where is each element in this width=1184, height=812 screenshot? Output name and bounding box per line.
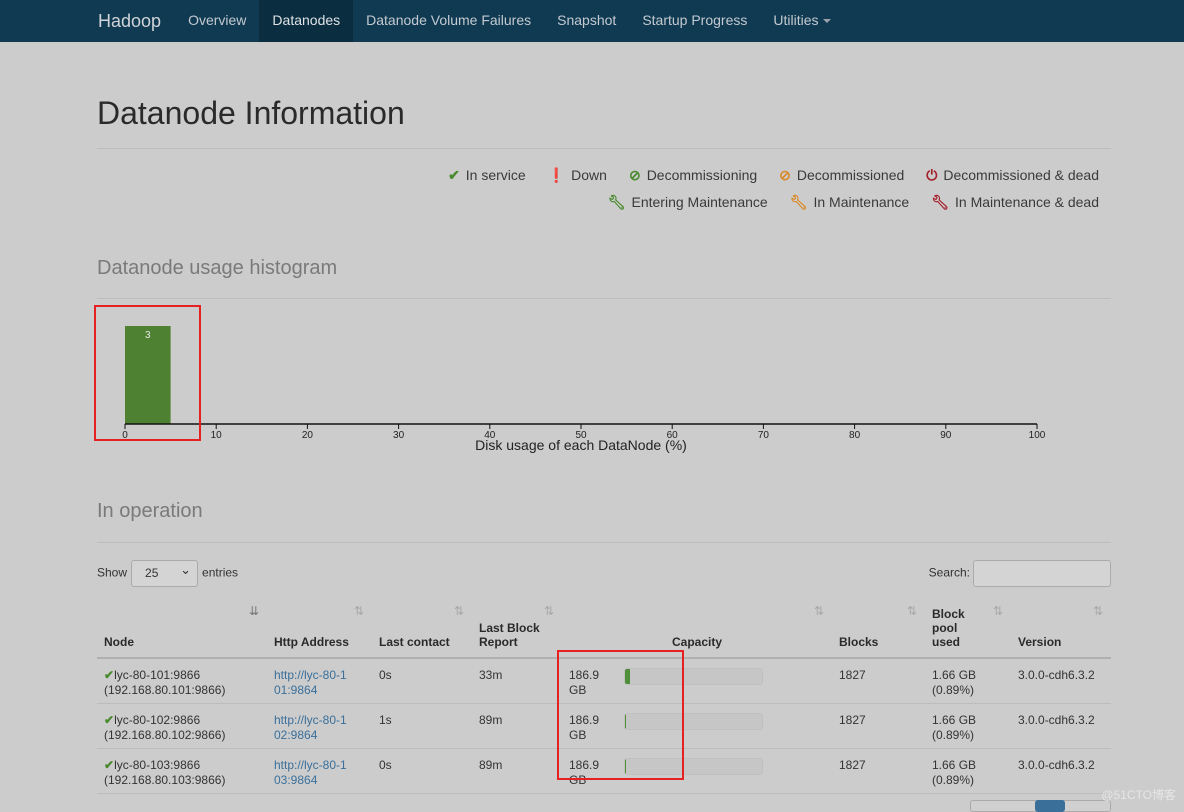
search-label: Search: (928, 565, 970, 580)
sort-icon[interactable]: ⇅ (907, 604, 917, 618)
node-name: lyc-80-101:9866 (114, 668, 201, 682)
last-contact: 0s (372, 748, 472, 794)
check-icon: ✔ (104, 668, 115, 682)
entries-control: Show25entries (97, 560, 238, 587)
node-cell: ✔lyc-80-103:9866 (192.168.80.103:9866) (97, 748, 267, 794)
node-ip: (192.168.80.101:9866) (104, 683, 226, 697)
node-name: lyc-80-102:9866 (114, 712, 201, 727)
watermark: @51CTO博客 (1101, 788, 1176, 802)
last-block-report: 89m (472, 703, 562, 749)
search-control: Search: (929, 560, 1111, 587)
col-label: Last contact (379, 635, 450, 649)
entries-select[interactable]: 25 (131, 560, 199, 587)
blocks: 1827 (832, 748, 925, 794)
http-cell: http://lyc-80-102:9864 (267, 703, 372, 749)
x-axis-label: Disk usage of each DataNode (%) (475, 437, 687, 453)
pool-percent: (0.89%) (932, 727, 975, 742)
divider (97, 542, 1111, 543)
sort-icon[interactable]: ⇅ (993, 604, 1003, 618)
operation-heading: In operation (97, 500, 203, 522)
x-tick-label: 90 (940, 430, 952, 441)
sort-icon[interactable]: ⇅ (814, 604, 824, 618)
pagination-current-page[interactable] (1035, 800, 1065, 812)
sort-icon[interactable]: ⇅ (354, 604, 364, 618)
col-label: Capacity (671, 635, 723, 649)
block-pool-used: 1.66 GB (0.89%) (925, 703, 1011, 749)
check-icon: ✔ (104, 757, 115, 772)
node-ip: (192.168.80.102:9866) (104, 727, 226, 742)
http-link[interactable]: http://lyc-80-101:9864 (274, 668, 349, 698)
pool-value: 1.66 GB (932, 668, 977, 682)
col-version[interactable]: Version ⇅ (1011, 600, 1111, 659)
col-last-contact[interactable]: Last contact ⇅ (372, 600, 472, 659)
node-name: lyc-80-103:9866 (114, 757, 201, 772)
col-last-block-report[interactable]: Last Block Report ⇅ (472, 600, 562, 659)
pool-percent: (0.89%) (932, 683, 975, 697)
highlight-box (94, 305, 201, 441)
node-cell: ✔lyc-80-101:9866 (192.168.80.101:9866) (97, 658, 267, 704)
sort-icon[interactable]: ⇅ (1093, 604, 1103, 618)
col-http[interactable]: Http Address ⇅ (267, 600, 372, 659)
x-tick-label: 100 (1029, 430, 1046, 441)
version: 3.0.0-cdh6.3.2 (1011, 658, 1111, 704)
show-label: Show (97, 565, 128, 580)
x-tick-label: 20 (302, 430, 314, 441)
sort-icon[interactable]: ⇅ (544, 604, 554, 618)
http-cell: http://lyc-80-101:9864 (267, 658, 372, 704)
blocks: 1827 (832, 658, 925, 704)
blocks: 1827 (832, 703, 925, 749)
sort-asc-icon[interactable]: ⇊ (249, 604, 259, 618)
last-block-report: 33m (472, 658, 562, 704)
col-label: Blocks (839, 635, 879, 649)
check-icon: ✔ (104, 712, 115, 727)
col-label: Block pool used (932, 607, 965, 649)
block-pool-used: 1.66 GB (0.89%) (925, 748, 1011, 794)
version: 3.0.0-cdh6.3.2 (1011, 703, 1111, 749)
col-node[interactable]: Node ⇊ (97, 600, 267, 659)
search-input[interactable] (973, 560, 1111, 587)
col-blocks[interactable]: Blocks ⇅ (832, 600, 925, 659)
pool-percent: (0.89%) (932, 772, 975, 787)
last-contact: 1s (372, 703, 472, 749)
http-link[interactable]: http://lyc-80-103:9864 (274, 758, 349, 788)
col-label: Last Block Report (479, 621, 540, 649)
node-cell: ✔lyc-80-102:9866 (192.168.80.102:9866) (97, 703, 267, 749)
last-block-report: 89m (472, 748, 562, 794)
block-pool-used: 1.66 GB (0.89%) (925, 658, 1011, 704)
node-ip: (192.168.80.103:9866) (104, 772, 226, 787)
x-tick-label: 30 (393, 430, 405, 441)
highlight-box (557, 650, 684, 780)
sort-icon[interactable]: ⇅ (454, 604, 464, 618)
version: 3.0.0-cdh6.3.2 (1011, 748, 1111, 794)
x-tick-label: 70 (758, 430, 770, 441)
col-block-pool-used[interactable]: Block pool used ⇅ (925, 600, 1011, 659)
pool-value: 1.66 GB (932, 757, 977, 772)
col-label: Version (1018, 635, 1062, 649)
col-label: Http Address (274, 635, 349, 649)
x-tick-label: 80 (849, 430, 861, 441)
pool-value: 1.66 GB (932, 712, 977, 727)
http-link[interactable]: http://lyc-80-102:9864 (274, 713, 349, 743)
col-label: Node (104, 635, 134, 649)
entries-label: entries (202, 565, 239, 580)
x-tick-label: 10 (211, 430, 223, 441)
last-contact: 0s (372, 658, 472, 704)
http-cell: http://lyc-80-103:9864 (267, 748, 372, 794)
